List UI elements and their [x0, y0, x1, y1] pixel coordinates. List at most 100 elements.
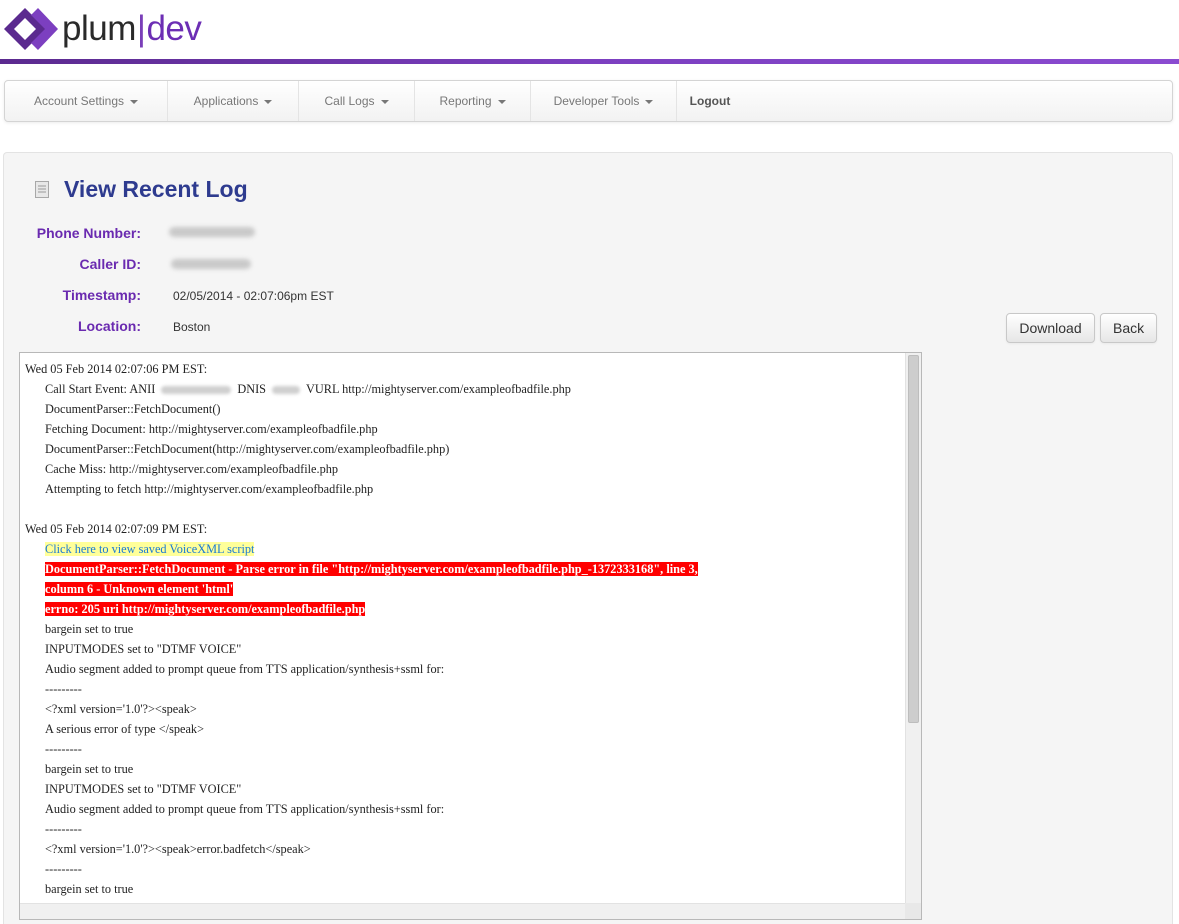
nav-developer-tools-label: Developer Tools	[553, 94, 640, 108]
redacted-dnis	[272, 386, 301, 395]
redacted-ani	[161, 386, 232, 395]
log-line: DocumentParser::FetchDocument - Parse er…	[25, 559, 906, 579]
log-line: column 6 - Unknown element 'html'	[25, 579, 906, 599]
log-line-text: bargein set to true	[45, 762, 134, 776]
log-line-text: Audio segment added to prompt queue from…	[45, 802, 445, 816]
log-error-text: column 6 - Unknown element 'html'	[45, 582, 234, 596]
log-line: ---------	[25, 859, 906, 879]
log-line: Audio segment added to prompt queue from…	[25, 799, 906, 819]
caret-down-icon	[497, 99, 506, 104]
log-line-text: Audio segment added to prompt queue from…	[45, 662, 445, 676]
vertical-scrollbar[interactable]	[905, 353, 921, 903]
log-line: Wed 05 Feb 2014 02:07:06 PM EST:	[25, 359, 906, 379]
caret-down-icon	[645, 99, 654, 104]
header-divider	[0, 59, 1179, 64]
log-line: bargein set to true	[25, 879, 906, 899]
log-content: Wed 05 Feb 2014 02:07:06 PM EST: Call Sta…	[20, 353, 906, 903]
brand-dev-text: dev	[146, 9, 202, 48]
caret-down-icon	[130, 99, 139, 104]
nav-account-settings-label: Account Settings	[33, 94, 125, 108]
log-line: Fetching Document: http://mightyserver.c…	[25, 419, 906, 439]
caller-id-value-redacted	[171, 259, 251, 269]
nav-logout-label: Logout	[689, 94, 731, 108]
log-line-text: Cache Miss: http://mightyserver.com/exam…	[45, 462, 339, 476]
log-line: ---------	[25, 739, 906, 759]
location-value: Boston	[173, 320, 211, 334]
log-line: Audio segment added to prompt queue from…	[25, 659, 906, 679]
caller-id-label: Caller ID:	[79, 256, 141, 272]
nav-reporting-label: Reporting	[439, 94, 492, 108]
nav-logout[interactable]: Logout	[677, 81, 743, 121]
log-line: DocumentParser::FetchDocument(http://mig…	[25, 439, 906, 459]
log-line: Cache Miss: http://mightyserver.com/exam…	[25, 459, 906, 479]
log-line: INPUTMODES set to "DTMF VOICE"	[25, 639, 906, 659]
nav-applications-label: Applications	[193, 94, 259, 108]
log-line-text: ---------	[45, 862, 82, 876]
log-line: Click here to view saved VoiceXML script	[25, 539, 906, 559]
brand-separator: |	[136, 9, 146, 48]
log-line-text: Fetching Document: http://mightyserver.c…	[45, 422, 378, 436]
nav-reporting[interactable]: Reporting	[415, 81, 531, 121]
phone-number-value-redacted	[169, 227, 255, 237]
horizontal-scrollbar[interactable]	[20, 903, 906, 919]
brand-plum-text: plum	[62, 9, 136, 48]
log-error-text: DocumentParser::FetchDocument - Parse er…	[45, 562, 698, 576]
log-line-text: Wed 05 Feb 2014 02:07:06 PM EST:	[25, 362, 208, 376]
scrollbar-corner	[905, 903, 921, 919]
caret-down-icon	[264, 99, 273, 104]
log-line: bargein set to true	[25, 759, 906, 779]
log-line: ---------	[25, 679, 906, 699]
document-icon	[35, 181, 49, 198]
plum-diamond-logo-icon	[4, 8, 58, 50]
log-line: INPUTMODES set to "DTMF VOICE"	[25, 779, 906, 799]
log-line: bargein set to true	[25, 619, 906, 639]
nav-account-settings[interactable]: Account Settings	[5, 81, 168, 121]
log-line: errno: 205 uri http://mightyserver.com/e…	[25, 599, 906, 619]
log-line: Attempting to fetch http://mightyserver.…	[25, 479, 906, 499]
log-error-text: errno: 205 uri http://mightyserver.com/e…	[45, 602, 366, 616]
log-line-text: INPUTMODES set to "DTMF VOICE"	[45, 782, 242, 796]
log-line: Wed 05 Feb 2014 02:07:09 PM EST:	[25, 519, 906, 539]
page-title: View Recent Log	[64, 176, 248, 202]
log-line-text: DNIS	[237, 382, 267, 396]
log-line-text: Call Start Event: ANII	[45, 382, 156, 396]
brand-logo[interactable]: plum|dev	[4, 8, 202, 50]
download-button[interactable]: Download	[1006, 313, 1095, 343]
nav-applications[interactable]: Applications	[168, 81, 299, 121]
log-line-text: Wed 05 Feb 2014 02:07:09 PM EST:	[25, 522, 208, 536]
log-line-text: <?xml version='1.0'?><speak>error.badfet…	[45, 842, 311, 856]
log-line-text: <?xml version='1.0'?><speak>	[45, 702, 197, 716]
phone-number-label: Phone Number:	[36, 225, 141, 241]
brand-wordmark: plum|dev	[62, 9, 202, 49]
log-line-text: ---------	[45, 742, 82, 756]
log-line: A serious error of type </speak>	[25, 719, 906, 739]
log-line: ---------	[25, 819, 906, 839]
log-line: DocumentParser::FetchDocument()	[25, 399, 906, 419]
log-line-text: bargein set to true	[45, 622, 134, 636]
log-line-text: DocumentParser::FetchDocument(http://mig…	[45, 442, 450, 456]
log-line: <?xml version='1.0'?><speak>	[25, 699, 906, 719]
log-line-text: A serious error of type </speak>	[45, 722, 205, 736]
log-line-text: Attempting to fetch http://mightyserver.…	[45, 482, 374, 496]
back-button[interactable]: Back	[1100, 313, 1157, 343]
log-line-text: ---------	[45, 682, 82, 696]
log-line-text: ---------	[45, 822, 82, 836]
main-navbar: Account Settings Applications Call Logs …	[4, 80, 1173, 122]
log-line-text: bargein set to true	[45, 882, 134, 896]
log-line-text: VURL http://mightyserver.com/exampleofba…	[306, 382, 571, 396]
log-viewer[interactable]: Wed 05 Feb 2014 02:07:06 PM EST: Call Sta…	[19, 352, 922, 920]
location-label: Location:	[78, 318, 141, 334]
view-voicexml-script-link[interactable]: Click here to view saved VoiceXML script	[45, 542, 255, 556]
log-line-text: INPUTMODES set to "DTMF VOICE"	[45, 642, 242, 656]
nav-developer-tools[interactable]: Developer Tools	[531, 81, 677, 121]
nav-call-logs-label: Call Logs	[324, 94, 375, 108]
log-line-text: DocumentParser::FetchDocument()	[45, 402, 221, 416]
timestamp-label: Timestamp:	[62, 287, 141, 303]
log-line: <?xml version='1.0'?><speak>error.badfet…	[25, 839, 906, 859]
vertical-scrollbar-thumb[interactable]	[908, 355, 919, 723]
caret-down-icon	[380, 99, 389, 104]
nav-call-logs[interactable]: Call Logs	[299, 81, 415, 121]
log-panel: View Recent Log Phone Number: Caller ID:…	[3, 152, 1173, 924]
log-line: Call Start Event: ANII DNIS VURL http://mi…	[25, 379, 906, 399]
